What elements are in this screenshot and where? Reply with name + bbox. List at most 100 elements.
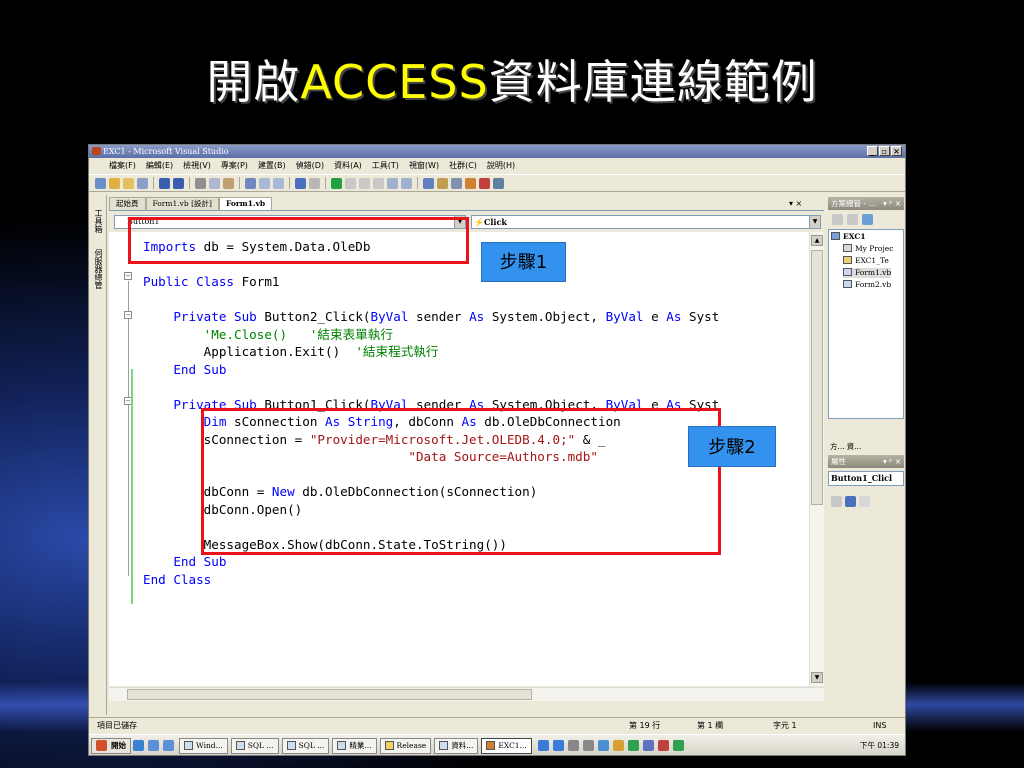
taskbar-item[interactable]: Wind...: [179, 737, 228, 754]
taskbar-item[interactable]: SQL ...: [230, 737, 279, 754]
tab-solution-explorer[interactable]: 方...: [830, 441, 845, 452]
fold-toggle-sub2[interactable]: −: [124, 311, 132, 319]
menu-build[interactable]: 建置(B): [258, 159, 286, 173]
pause-icon[interactable]: [345, 177, 356, 189]
taskbar-item-active[interactable]: EXC1...: [481, 737, 532, 754]
tray-icon[interactable]: [657, 740, 669, 751]
tree-item-my-project[interactable]: My Projec: [843, 244, 893, 254]
save-icon[interactable]: [159, 177, 170, 189]
scroll-thumb[interactable]: [811, 250, 823, 505]
tray-icon[interactable]: [582, 740, 594, 751]
chevron-down-icon[interactable]: ▼: [809, 216, 820, 228]
clock[interactable]: 下午 01:39: [860, 740, 899, 751]
vertical-scrollbar[interactable]: ▲ ▼: [809, 232, 824, 686]
menu-data[interactable]: 資料(A): [334, 159, 362, 173]
menu-view[interactable]: 檢視(V): [183, 159, 211, 173]
tray-icon[interactable]: [642, 740, 654, 751]
callout-step2: 步驟2: [688, 426, 776, 467]
paste-icon[interactable]: [223, 177, 234, 189]
quicklaunch-icon[interactable]: [163, 740, 174, 751]
add-new-item-icon[interactable]: [137, 177, 148, 189]
properties-icon[interactable]: [437, 177, 448, 189]
tab-controls[interactable]: ▾ ×: [789, 199, 802, 208]
tree-item-form1[interactable]: Form1.vb: [843, 268, 892, 278]
menu-project[interactable]: 專案(P): [221, 159, 248, 173]
start-button[interactable]: 開始: [91, 737, 131, 754]
scroll-thumb[interactable]: [127, 689, 532, 700]
tray-icon[interactable]: [567, 740, 579, 751]
fold-toggle-class[interactable]: −: [124, 272, 132, 280]
properties-object-dropdown[interactable]: Button1_Clicl: [828, 471, 904, 486]
tree-item-form2[interactable]: Form2.vb: [843, 280, 891, 290]
stop-icon[interactable]: [359, 177, 370, 189]
menu-community[interactable]: 社群(C): [449, 159, 477, 173]
quicklaunch-icon[interactable]: [148, 740, 159, 751]
server-explorer-tab[interactable]: 伺服器總管: [93, 249, 103, 289]
taskbar-item[interactable]: Release: [379, 737, 432, 754]
code-line: Private Sub Button2_Click(ByVal sender A…: [143, 309, 719, 324]
toolbox-icon[interactable]: [465, 177, 476, 189]
tab-form1-design[interactable]: Form1.vb [設計]: [145, 197, 219, 210]
menu-file[interactable]: 檔案(F): [109, 159, 136, 173]
menu-window[interactable]: 視窗(W): [409, 159, 439, 173]
property-pages-icon[interactable]: [859, 495, 870, 507]
taskbar-item[interactable]: SQL ...: [281, 737, 330, 754]
method-name-dropdown[interactable]: ⚡ Click ▼: [471, 215, 821, 229]
tab-form1-code[interactable]: Form1.vb: [218, 197, 273, 210]
add-item-icon[interactable]: [109, 177, 120, 189]
step-into-icon[interactable]: [387, 177, 398, 189]
tray-icon[interactable]: [627, 740, 639, 751]
open-folder-icon[interactable]: [123, 177, 134, 189]
maximize-button[interactable]: ▫: [879, 146, 890, 156]
internet-explorer-icon[interactable]: [133, 740, 144, 751]
panel-controls[interactable]: ▾ ᵖ ×: [883, 197, 901, 210]
tray-icon[interactable]: [597, 740, 609, 751]
horizontal-scrollbar[interactable]: [109, 687, 824, 701]
new-project-icon[interactable]: [95, 177, 106, 189]
menu-debug[interactable]: 偵錯(D): [296, 159, 324, 173]
close-button[interactable]: ×: [891, 146, 902, 156]
taskbar-item[interactable]: 精業...: [332, 737, 377, 754]
categorized-icon[interactable]: [831, 495, 842, 507]
window-titlebar[interactable]: EXC1 - Microsoft Visual Studio _ ▫ ×: [89, 145, 905, 158]
step-over-icon[interactable]: [401, 177, 412, 189]
show-all-files-icon[interactable]: [847, 214, 858, 225]
minimize-button[interactable]: _: [867, 146, 878, 156]
solution-explorer-icon[interactable]: [423, 177, 434, 189]
tab-data-sources[interactable]: 資...: [847, 441, 862, 452]
cut-icon[interactable]: [195, 177, 206, 189]
taskbar-item[interactable]: 資料...: [434, 737, 479, 754]
refresh-icon[interactable]: [862, 214, 873, 225]
ime-icon[interactable]: [537, 740, 549, 751]
copy-icon[interactable]: [209, 177, 220, 189]
scroll-up-icon[interactable]: ▲: [811, 235, 823, 246]
alphabetical-icon[interactable]: [845, 495, 856, 507]
object-browser-icon[interactable]: [451, 177, 462, 189]
tree-item-project[interactable]: EXC1: [831, 232, 866, 242]
tree-item-database[interactable]: EXC1_Te: [843, 256, 889, 266]
properties-title[interactable]: 屬性 ▾ ᵖ ×: [828, 455, 904, 468]
other-windows-icon[interactable]: [493, 177, 504, 189]
find-icon[interactable]: [245, 177, 256, 189]
undo-icon[interactable]: [295, 177, 306, 189]
start-page-icon[interactable]: [479, 177, 490, 189]
tray-icon[interactable]: [672, 740, 684, 751]
tray-icon[interactable]: [612, 740, 624, 751]
menu-help[interactable]: 說明(H): [487, 159, 515, 173]
editor-margin: − − −: [109, 232, 139, 686]
uncomment-icon[interactable]: [273, 177, 284, 189]
step-icon[interactable]: [373, 177, 384, 189]
save-all-icon[interactable]: [173, 177, 184, 189]
scroll-down-icon[interactable]: ▼: [811, 672, 823, 683]
redo-icon[interactable]: [309, 177, 320, 189]
solution-explorer-title[interactable]: 方案總管 - ... ▾ ᵖ ×: [828, 197, 904, 210]
start-debug-icon[interactable]: [331, 177, 342, 189]
ime-mode-icon[interactable]: [552, 740, 564, 751]
toolbox-tab[interactable]: 工具箱: [93, 209, 103, 233]
tab-start-page[interactable]: 起始頁: [109, 197, 146, 210]
properties-icon[interactable]: [832, 214, 843, 225]
menu-tools[interactable]: 工具(T): [372, 159, 399, 173]
comment-icon[interactable]: [259, 177, 270, 189]
menu-edit[interactable]: 編輯(E): [146, 159, 173, 173]
panel-controls[interactable]: ▾ ᵖ ×: [883, 455, 901, 468]
